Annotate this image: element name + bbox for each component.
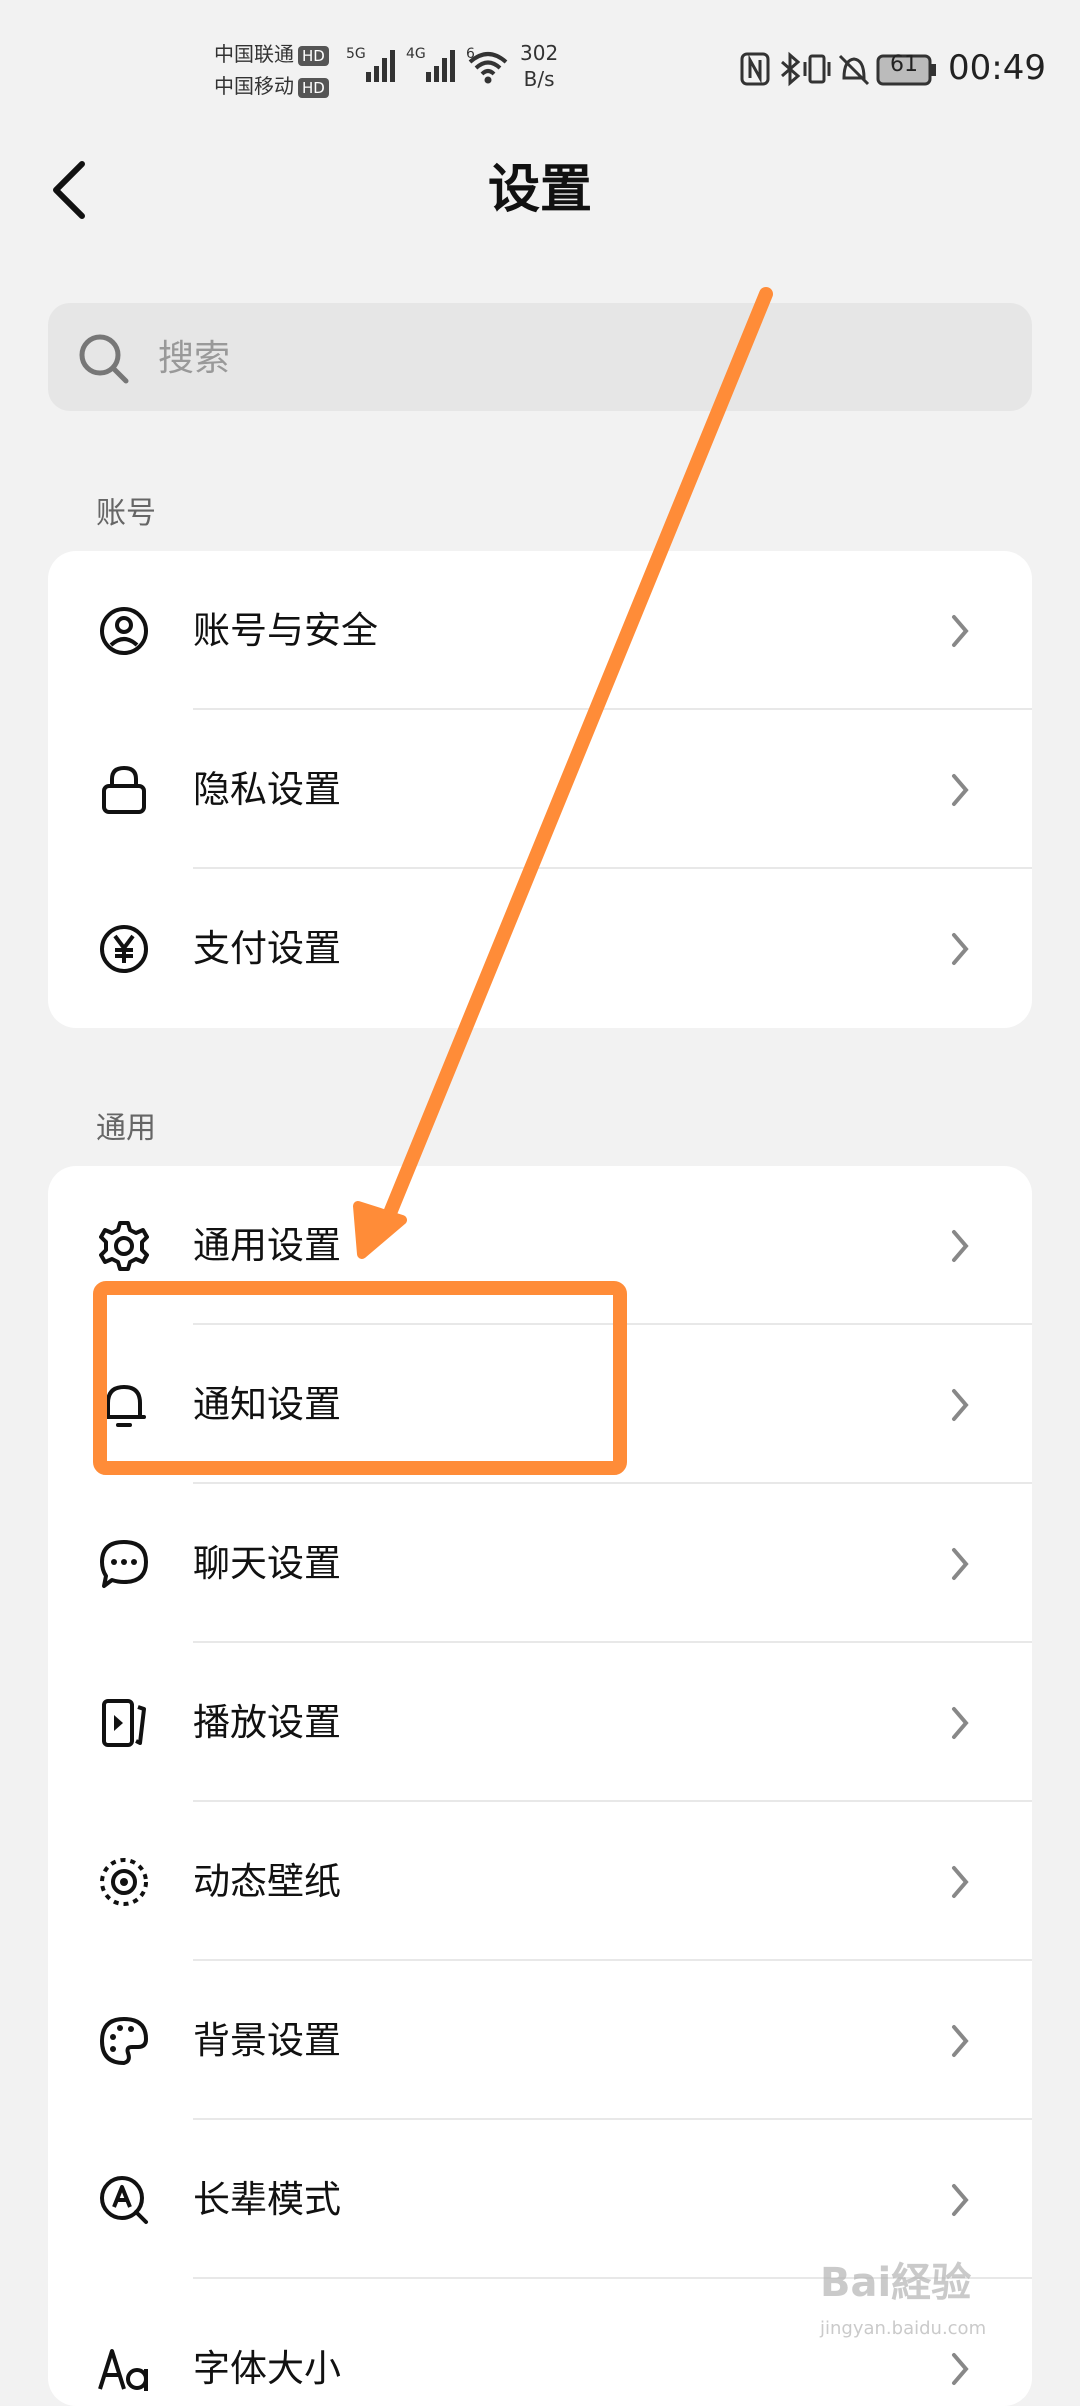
annotation-highlight-box xyxy=(93,1281,627,1475)
annotation-arrow xyxy=(353,287,773,1259)
watermark-url: jingyan.baidu.com xyxy=(820,2318,987,2339)
watermark-logo: Bai経验 xyxy=(820,2260,972,2306)
annotation-overlay xyxy=(93,287,773,1475)
